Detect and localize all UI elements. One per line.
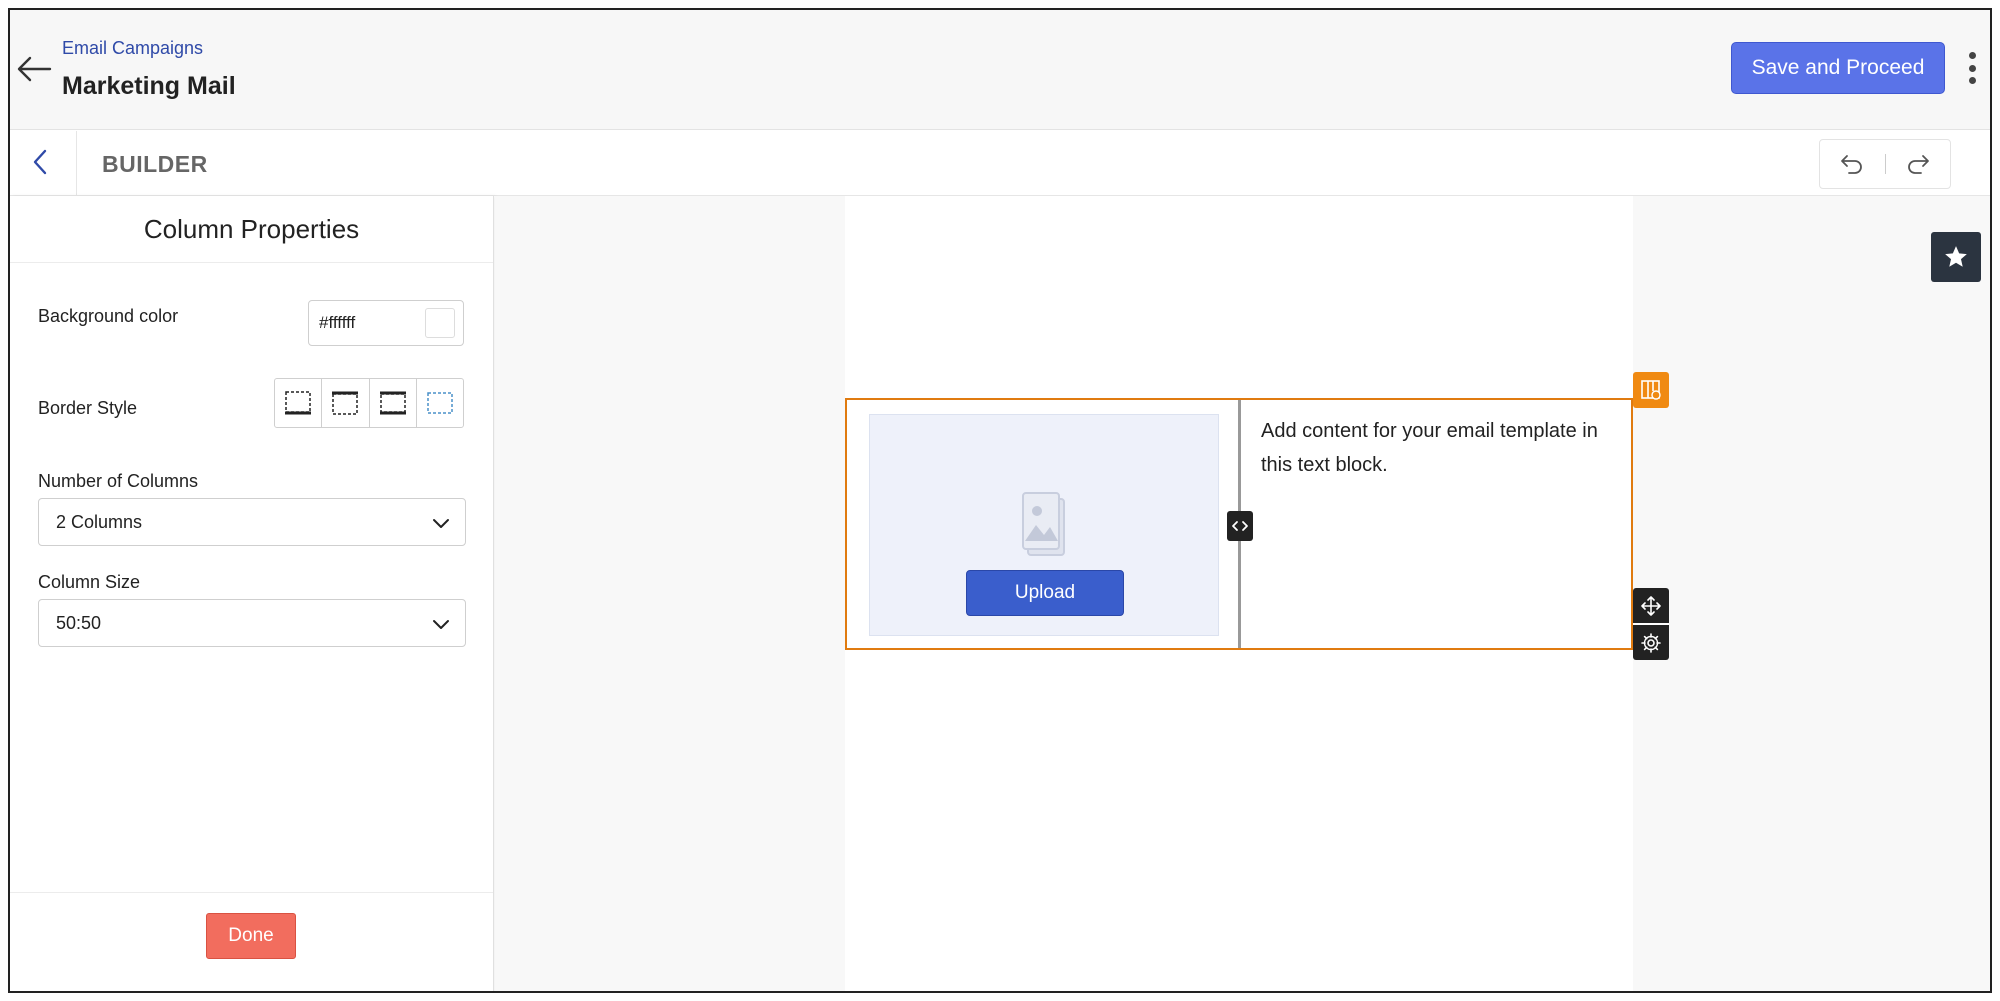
kebab-menu-icon[interactable]: [1964, 50, 1980, 86]
top-header: Email Campaigns Marketing Mail Save and …: [10, 10, 1990, 130]
breadcrumb-email-campaigns[interactable]: Email Campaigns: [62, 38, 203, 59]
color-swatch[interactable]: [425, 308, 455, 338]
border-top-icon[interactable]: [322, 379, 370, 427]
star-icon[interactable]: [1931, 232, 1981, 282]
number-of-columns-label: Number of Columns: [38, 471, 199, 491]
undo-redo-group: [1819, 139, 1951, 189]
background-color-input[interactable]: [319, 311, 419, 335]
border-none-icon[interactable]: [417, 379, 463, 427]
border-top-bottom-icon[interactable]: [370, 379, 417, 427]
border-style-label: Border Style: [38, 398, 138, 418]
number-of-columns-value: 2 Columns: [56, 512, 143, 532]
column-settings-icon[interactable]: [1633, 372, 1669, 408]
email-canvas: Upload Add content for your email templa…: [495, 196, 1990, 991]
app-window: Email Campaigns Marketing Mail Save and …: [8, 8, 1992, 993]
undo-icon[interactable]: [1820, 140, 1885, 188]
toolbar-divider: [76, 131, 77, 196]
panel-footer: Done: [10, 892, 493, 991]
done-button[interactable]: Done: [206, 913, 296, 959]
column-size-select[interactable]: 50:50: [38, 599, 466, 647]
border-style-options: [274, 378, 464, 428]
chevron-down-icon: [431, 513, 451, 533]
row-tools: [1633, 588, 1669, 660]
column-size-label: Column Size: [38, 572, 141, 592]
save-and-proceed-button[interactable]: Save and Proceed: [1731, 42, 1945, 94]
selected-row-block[interactable]: Upload Add content for your email templa…: [845, 398, 1633, 650]
chevron-down-icon: [431, 614, 451, 634]
arrow-left-icon[interactable]: [16, 54, 52, 84]
image-placeholder-icon: [1020, 489, 1068, 561]
image-column[interactable]: Upload: [869, 414, 1219, 636]
background-color-label: Background color: [38, 306, 179, 326]
builder-label: BUILDER: [102, 151, 208, 177]
column-properties-panel: Column Properties Background color Borde…: [10, 196, 494, 991]
upload-button[interactable]: Upload: [966, 570, 1124, 616]
background-color-field: [308, 300, 464, 346]
panel-title: Column Properties: [10, 196, 493, 263]
chevron-left-icon[interactable]: [24, 145, 58, 179]
page-title: Marketing Mail: [62, 72, 236, 100]
resize-handle-icon[interactable]: [1227, 511, 1253, 541]
gear-icon[interactable]: [1633, 625, 1669, 660]
redo-icon[interactable]: [1886, 140, 1951, 188]
text-block[interactable]: Add content for your email template in t…: [1261, 414, 1621, 482]
column-size-value: 50:50: [56, 613, 102, 633]
move-icon[interactable]: [1633, 588, 1669, 623]
number-of-columns-select[interactable]: 2 Columns: [38, 498, 466, 546]
builder-toolbar: BUILDER: [10, 131, 1990, 196]
border-bottom-icon[interactable]: [275, 379, 323, 427]
